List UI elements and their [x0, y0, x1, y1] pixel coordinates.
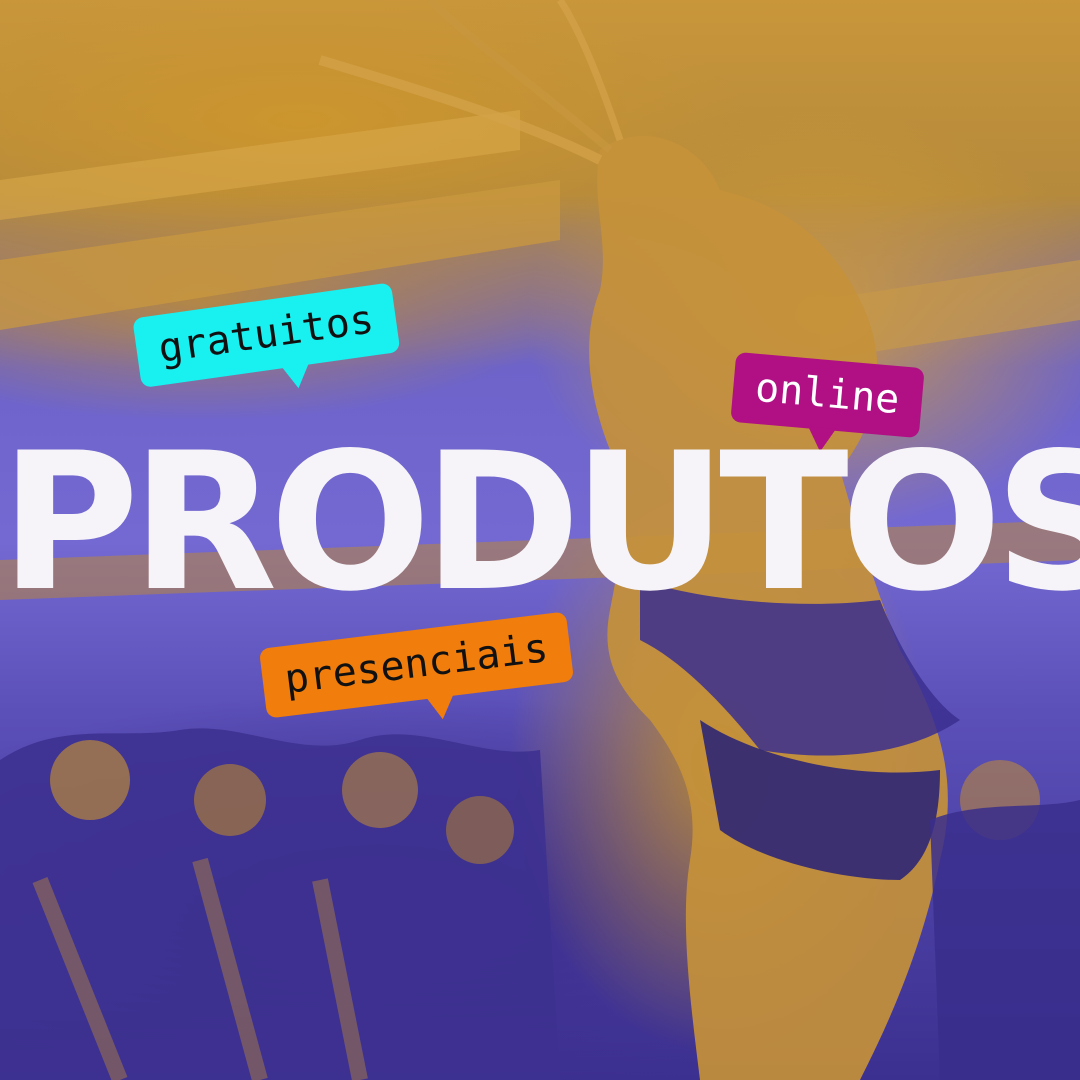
speech-tail-icon	[281, 362, 313, 391]
headline-title: PRODUTOS	[0, 412, 1080, 633]
promo-canvas: gratuitos online PRODUTOS presenciais	[0, 0, 1080, 1080]
speech-tail-icon	[425, 693, 457, 721]
